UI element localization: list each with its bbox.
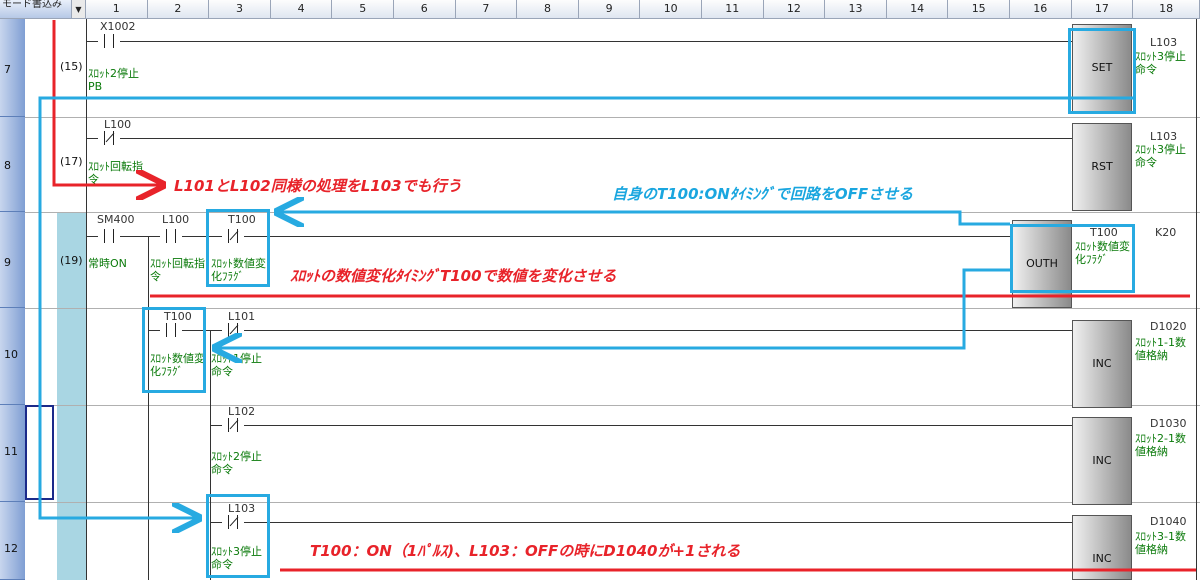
device-comment: ｽﾛｯﾄ3停止命令 bbox=[1135, 143, 1186, 169]
step-column-highlight bbox=[57, 212, 86, 580]
row-header-9[interactable]: 9 bbox=[0, 212, 25, 308]
row-header-8[interactable]: 8 bbox=[0, 117, 25, 212]
column-header-4[interactable]: 4 bbox=[270, 0, 333, 19]
ladder-wire bbox=[244, 330, 1072, 331]
device-label: SM400 bbox=[97, 213, 135, 226]
device-label: L100 bbox=[104, 118, 132, 131]
device-label: X1002 bbox=[100, 20, 136, 33]
column-header-15[interactable]: 15 bbox=[948, 0, 1010, 19]
device-label: L101 bbox=[228, 310, 256, 323]
ladder-wire bbox=[86, 138, 98, 139]
inc-instruction-d1020[interactable]: INC bbox=[1072, 320, 1132, 408]
column-header-11[interactable]: 11 bbox=[702, 0, 764, 19]
device-label: L102 bbox=[228, 405, 256, 418]
highlight-box-l103 bbox=[206, 494, 270, 578]
mode-label: モード書込み bbox=[0, 0, 72, 19]
column-header-16[interactable]: 16 bbox=[1010, 0, 1072, 19]
column-header-7[interactable]: 7 bbox=[455, 0, 518, 19]
highlight-box-set bbox=[1068, 28, 1136, 114]
ladder-wire bbox=[210, 425, 222, 426]
device-comment: ｽﾛｯﾄ回転指令 bbox=[150, 257, 205, 283]
highlight-box-t100-nc bbox=[206, 209, 270, 287]
ladder-wire bbox=[120, 41, 1072, 42]
annotation-red-2: ｽﾛｯﾄの数値変化ﾀｲﾐﾝｸﾞT100で数値を変化させる bbox=[290, 267, 617, 285]
row-header-10[interactable]: 10 bbox=[0, 308, 25, 405]
device-label: L100 bbox=[162, 213, 190, 226]
nc-contact-l101[interactable] bbox=[222, 323, 244, 337]
nc-contact-l102[interactable] bbox=[222, 418, 244, 432]
row-divider bbox=[25, 405, 1200, 406]
device-comment: ｽﾛｯﾄ1停止命令 bbox=[211, 352, 262, 378]
ladder-wire bbox=[244, 236, 1012, 237]
device-comment: 常時ON bbox=[88, 257, 127, 270]
row-divider bbox=[25, 117, 1200, 118]
ladder-wire bbox=[86, 236, 98, 237]
ladder-wire bbox=[120, 138, 1072, 139]
column-header-12[interactable]: 12 bbox=[763, 0, 826, 19]
ladder-wire bbox=[120, 236, 160, 237]
selection-cursor bbox=[25, 405, 54, 500]
blue-arrow-outh-1 bbox=[280, 212, 1010, 224]
device-comment: ｽﾛｯﾄ3-1数値格納 bbox=[1135, 530, 1186, 556]
annotation-red-1: L101とL102同様の処理をL103でも行う bbox=[174, 177, 462, 195]
left-power-rail bbox=[86, 19, 87, 580]
column-header-8[interactable]: 8 bbox=[517, 0, 579, 19]
highlight-box-t100-no bbox=[142, 307, 206, 393]
step-number: (19) bbox=[60, 254, 83, 267]
annotation-blue-1: 自身のT100:ONﾀｲﾐﾝｸﾞで回路をOFFさせる bbox=[612, 185, 914, 203]
step-number: (17) bbox=[60, 155, 83, 168]
column-header-18[interactable]: 18 bbox=[1133, 0, 1200, 19]
step-number: (15) bbox=[60, 60, 83, 73]
inc-instruction-d1040[interactable]: INC bbox=[1072, 515, 1132, 580]
row-divider bbox=[25, 212, 1200, 213]
no-contact-l100[interactable] bbox=[160, 229, 182, 243]
column-header-2[interactable]: 2 bbox=[147, 0, 210, 19]
device-label: D1040 bbox=[1150, 515, 1187, 528]
device-label: L103 bbox=[1150, 130, 1178, 143]
row-divider bbox=[25, 502, 1200, 503]
device-label: L103 bbox=[1150, 36, 1178, 49]
highlight-box-outh bbox=[1010, 224, 1135, 293]
ladder-wire bbox=[86, 41, 98, 42]
column-header-17[interactable]: 17 bbox=[1071, 0, 1134, 19]
column-header-5[interactable]: 5 bbox=[332, 0, 394, 19]
column-header-1[interactable]: 1 bbox=[86, 0, 148, 19]
device-label: D1020 bbox=[1150, 320, 1187, 333]
column-header-14[interactable]: 14 bbox=[886, 0, 949, 19]
column-header-9[interactable]: 9 bbox=[578, 0, 641, 19]
row-header-7[interactable]: 7 bbox=[0, 19, 25, 117]
chevron-down-icon: ▼ bbox=[75, 5, 82, 14]
device-comment: ｽﾛｯﾄ2-1数値格納 bbox=[1135, 432, 1186, 458]
device-comment: ｽﾛｯﾄ1-1数値格納 bbox=[1135, 336, 1186, 362]
device-comment: ｽﾛｯﾄ回転指令 bbox=[88, 160, 143, 186]
annotation-red-3: T100：ON（1ﾊﾟﾙｽ)、L103：OFFの時にD1040が+1される bbox=[310, 542, 741, 560]
device-label: D1030 bbox=[1150, 417, 1187, 430]
row-header-11[interactable]: 11 bbox=[0, 405, 25, 502]
column-header-13[interactable]: 13 bbox=[825, 0, 887, 19]
no-contact-x1002[interactable] bbox=[98, 34, 120, 48]
ladder-wire bbox=[244, 522, 1072, 523]
mode-dropdown-button[interactable]: ▼ bbox=[72, 0, 86, 19]
column-header-6[interactable]: 6 bbox=[394, 0, 456, 19]
device-comment: ｽﾛｯﾄ2停止命令 bbox=[211, 450, 262, 476]
branch-wire bbox=[148, 236, 149, 580]
inc-instruction-d1030[interactable]: INC bbox=[1072, 417, 1132, 505]
nc-contact-l100[interactable] bbox=[98, 131, 120, 145]
no-contact-sm400[interactable] bbox=[98, 229, 120, 243]
ladder-editor: モード書込み ▼ 1 2 3 4 5 6 7 8 9 10 11 12 13 14 15 16 17 18 7 8… bbox=[0, 0, 1200, 580]
device-comment: ｽﾛｯﾄ3停止命令 bbox=[1135, 50, 1186, 76]
column-header-10[interactable]: 10 bbox=[640, 0, 702, 19]
right-power-rail bbox=[1196, 19, 1197, 580]
rst-instruction[interactable]: RST bbox=[1072, 123, 1132, 211]
device-comment: ｽﾛｯﾄ2停止PB bbox=[88, 67, 139, 93]
row-header-12[interactable]: 12 bbox=[0, 502, 25, 580]
constant-label: K20 bbox=[1155, 226, 1177, 239]
ladder-wire bbox=[244, 425, 1072, 426]
column-header-3[interactable]: 3 bbox=[209, 0, 271, 19]
